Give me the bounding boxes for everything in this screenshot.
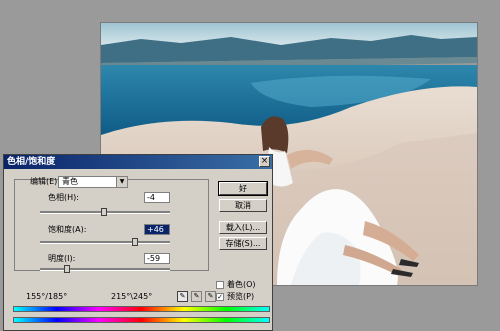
ok-button[interactable]: 好 <box>218 181 268 196</box>
lightness-slider-thumb[interactable] <box>64 265 71 273</box>
hue-saturation-dialog: 色相/饱和度 × 编辑(E): 青色 ▼ 色相(H): -4 饱和度(A): +… <box>3 154 273 331</box>
saturation-slider-track[interactable] <box>40 241 170 244</box>
dialog-titlebar[interactable]: 色相/饱和度 × <box>4 155 272 169</box>
hue-label: 色相(H): <box>48 193 79 202</box>
lightness-input[interactable]: -59 <box>144 253 170 264</box>
edit-channel-value: 青色 <box>62 177 78 186</box>
saturation-label: 饱和度(A): <box>48 225 87 234</box>
save-button[interactable]: 存储(S)... <box>219 237 267 250</box>
eyedropper-icon[interactable]: ✎ <box>177 291 188 302</box>
preview-checkbox[interactable]: ✓ <box>216 293 224 301</box>
edit-channel-select[interactable]: 青色 ▼ <box>58 176 128 188</box>
lightness-slider-track[interactable] <box>40 268 170 271</box>
edit-label: 编辑(E): <box>30 177 60 186</box>
hue-input[interactable]: -4 <box>144 192 170 203</box>
range-right-readout: 215°\245° <box>111 292 153 301</box>
input-color-spectrum <box>13 306 270 312</box>
chevron-down-icon[interactable]: ▼ <box>116 177 127 187</box>
lightness-label: 明度(I): <box>48 254 76 263</box>
adjustment-group <box>14 179 209 271</box>
saturation-slider-thumb[interactable] <box>131 238 138 246</box>
eyedropper-minus-icon[interactable]: ✎ <box>205 291 216 302</box>
output-color-spectrum <box>13 317 270 323</box>
range-left-readout: 155°/185° <box>26 292 68 301</box>
colorize-checkbox[interactable] <box>216 281 224 289</box>
eyedropper-plus-icon[interactable]: ✎ <box>191 291 202 302</box>
saturation-input[interactable]: +46 <box>144 224 170 235</box>
colorize-label: 着色(O) <box>227 280 256 289</box>
dialog-title: 色相/饱和度 <box>7 157 56 167</box>
cancel-button[interactable]: 取消 <box>219 199 267 212</box>
close-button[interactable]: × <box>259 156 270 167</box>
preview-label: 预览(P) <box>227 292 255 301</box>
load-button[interactable]: 载入(L)... <box>219 221 267 234</box>
hue-slider-thumb[interactable] <box>100 208 107 216</box>
